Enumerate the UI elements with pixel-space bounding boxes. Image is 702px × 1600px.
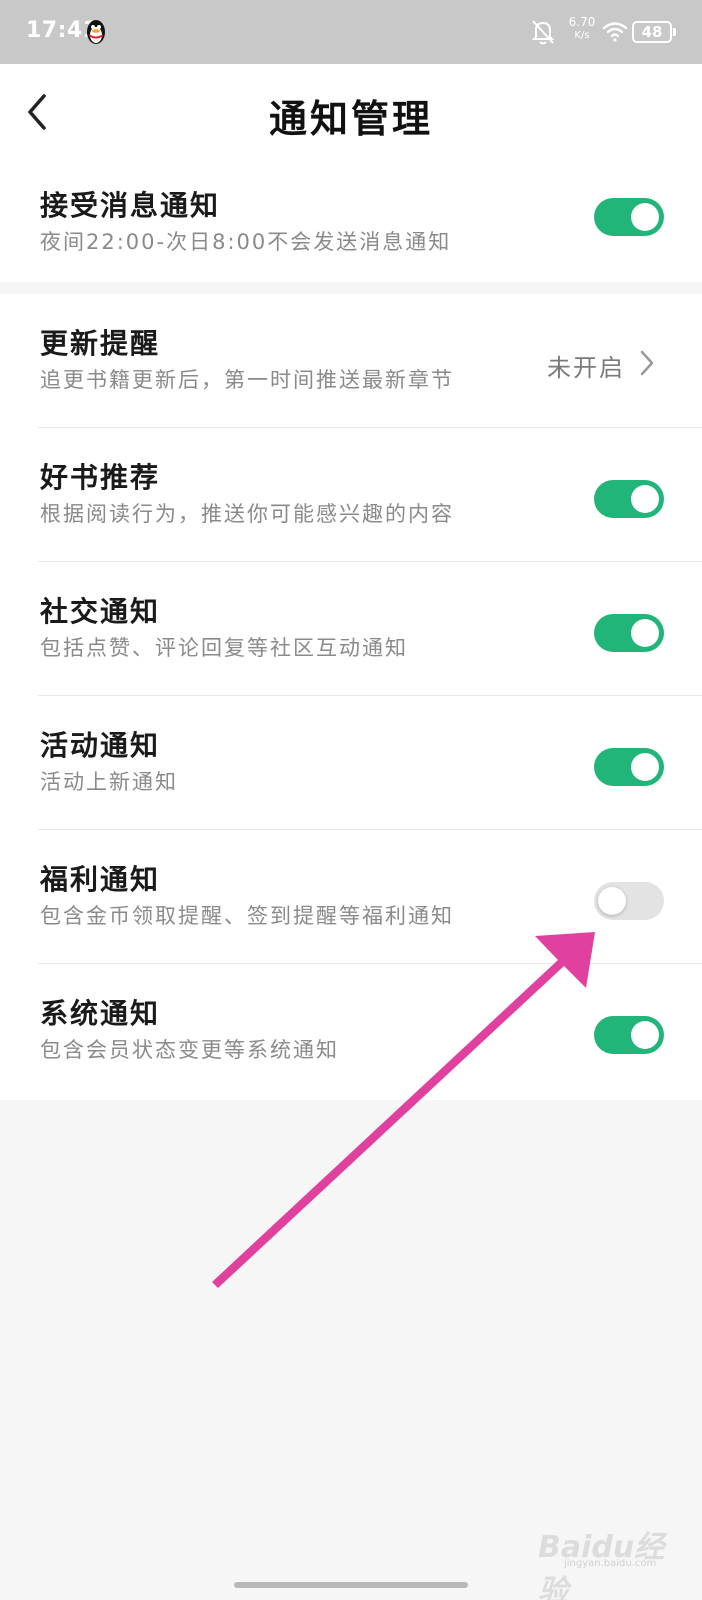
net-speed: 6.70 K/s xyxy=(565,16,599,42)
toggle-activity[interactable] xyxy=(594,748,664,786)
section-message-notification: 接受消息通知 夜间22:00-次日8:00不会发送消息通知 xyxy=(0,160,702,282)
setting-row-social[interactable]: 社交通知 包括点赞、评论回复等社区互动通知 xyxy=(0,562,702,696)
toggle-knob xyxy=(631,203,659,231)
app-header: 通知管理 xyxy=(0,64,702,160)
setting-description: 根据阅读行为，推送你可能感兴趣的内容 xyxy=(40,502,454,526)
toggle-social[interactable] xyxy=(594,614,664,652)
toggle-knob xyxy=(631,619,659,647)
setting-label: 好书推荐 xyxy=(40,461,161,494)
setting-label: 系统通知 xyxy=(40,997,161,1030)
setting-label: 福利通知 xyxy=(40,863,161,896)
setting-label: 更新提醒 xyxy=(40,327,161,360)
toggle-book-recommend[interactable] xyxy=(594,480,664,518)
setting-row-book-recommend[interactable]: 好书推荐 根据阅读行为，推送你可能感兴趣的内容 xyxy=(0,428,702,562)
baidu-watermark: Baidu经验 jingyan.baidu.com xyxy=(538,1522,688,1600)
setting-row-update-reminder[interactable]: 更新提醒 追更书籍更新后，第一时间推送最新章节 未开启 xyxy=(0,294,702,428)
battery-icon: 48 xyxy=(632,21,676,43)
setting-description: 活动上新通知 xyxy=(40,770,178,794)
wifi-icon xyxy=(602,22,628,42)
setting-description: 夜间22:00-次日8:00不会发送消息通知 xyxy=(40,230,452,254)
chevron-right-icon xyxy=(640,350,654,376)
home-indicator[interactable] xyxy=(234,1582,468,1588)
setting-label: 社交通知 xyxy=(40,595,161,628)
toggle-knob xyxy=(631,485,659,513)
setting-label: 接受消息通知 xyxy=(40,189,221,222)
setting-description: 追更书籍更新后，第一时间推送最新章节 xyxy=(40,368,454,392)
annotation-arrow-icon xyxy=(212,932,595,1288)
page-title: 通知管理 xyxy=(268,97,433,141)
setting-description: 包括点赞、评论回复等社区互动通知 xyxy=(40,636,408,660)
net-speed-value: 6.70 xyxy=(568,15,596,29)
status-bar: 17:41 6.70 K/s 48 xyxy=(0,0,702,64)
setting-label: 活动通知 xyxy=(40,729,161,762)
net-speed-unit: K/s xyxy=(574,30,590,41)
toggle-accept-messages[interactable] xyxy=(594,198,664,236)
toggle-knob xyxy=(631,1021,659,1049)
mute-bell-icon xyxy=(531,20,555,45)
setting-row-accept-messages[interactable]: 接受消息通知 夜间22:00-次日8:00不会发送消息通知 xyxy=(0,160,702,294)
setting-row-activity[interactable]: 活动通知 活动上新通知 xyxy=(0,696,702,830)
toggle-knob xyxy=(631,753,659,781)
setting-value: 未开启 xyxy=(547,354,625,382)
watermark-url: jingyan.baidu.com xyxy=(564,1558,657,1569)
qq-penguin-icon xyxy=(87,20,105,44)
